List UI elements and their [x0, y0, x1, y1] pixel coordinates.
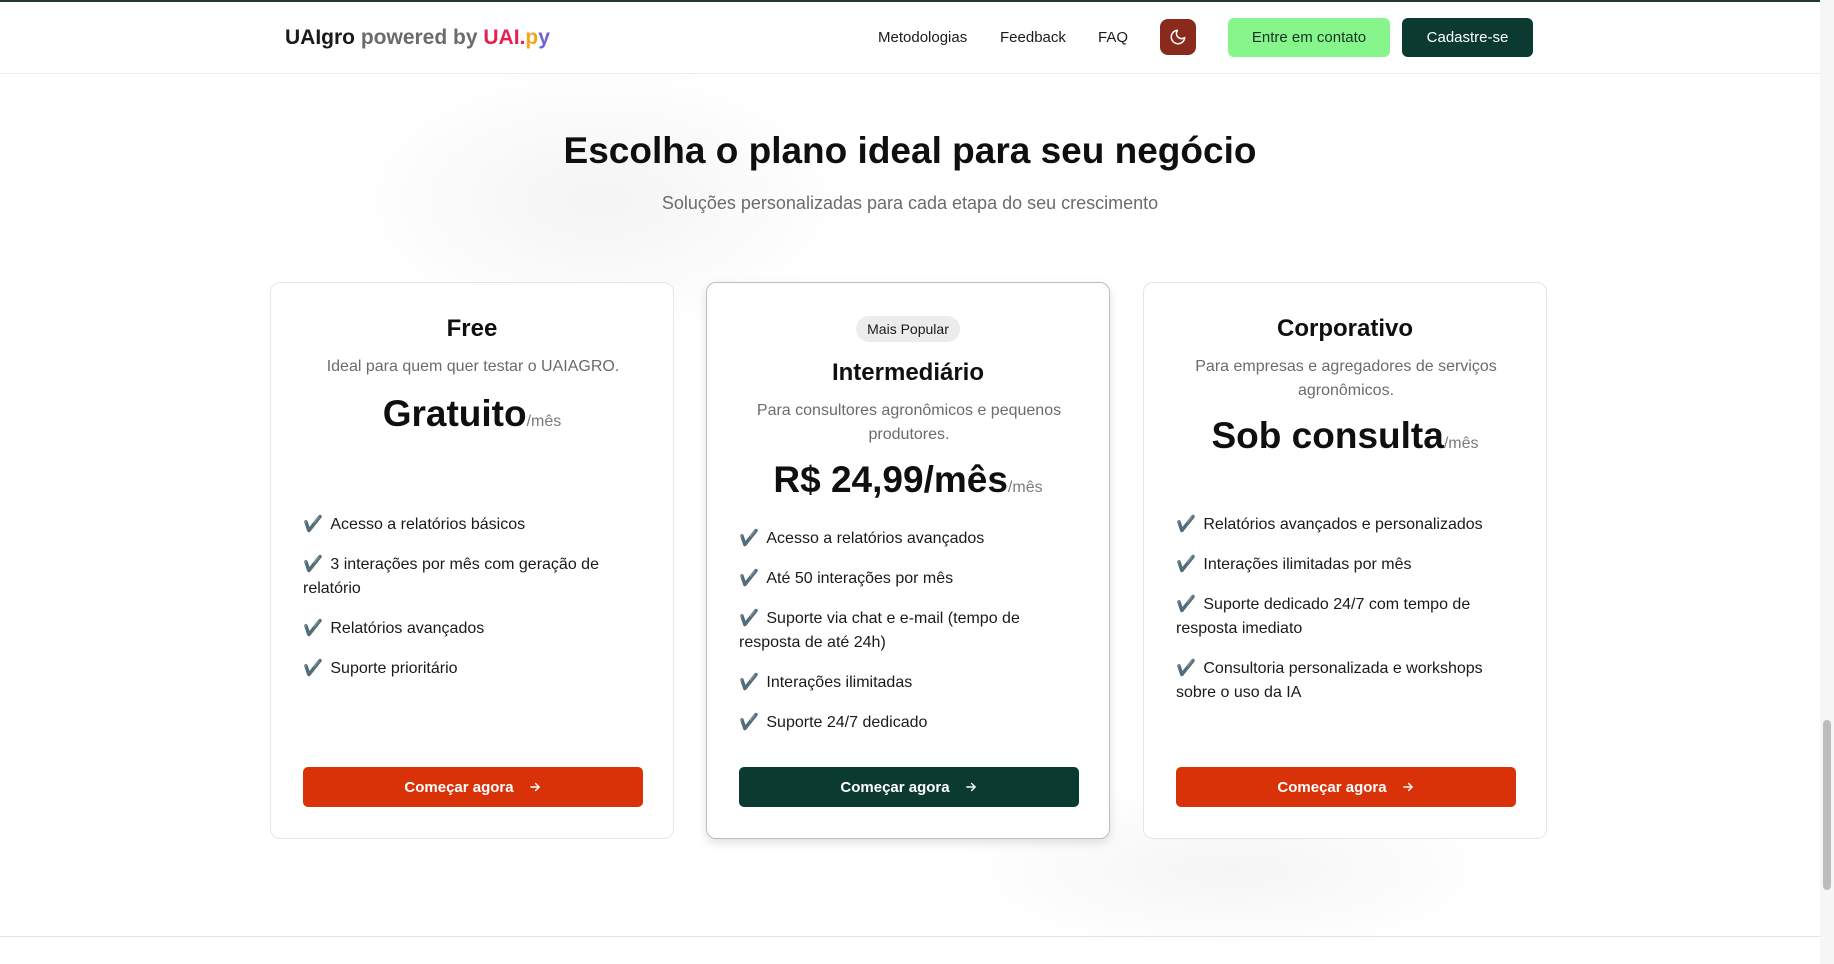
- plan-feature: ✔️ Interações ilimitadas: [739, 671, 1079, 695]
- plan-price: Gratuito/mês: [271, 393, 673, 435]
- plan-price-amount: Sob consulta: [1211, 415, 1444, 456]
- plan-description: Para consultores agronômicos e pequenos …: [756, 402, 1062, 443]
- plan-feature: ✔️ Suporte dedicado 24/7 com tempo de re…: [1176, 593, 1516, 641]
- plan-price-period: /mês: [1443, 435, 1479, 452]
- plan-description: Para empresas e agregadores de serviços …: [1195, 358, 1497, 399]
- brand-p: p: [525, 26, 539, 49]
- check-icon: ✔️: [303, 556, 328, 573]
- plan-feature: ✔️ Até 50 interações por mês: [739, 567, 1079, 591]
- page-subtitle: Soluções personalizadas para cada etapa …: [661, 193, 1159, 213]
- plan-feature-text: Consultoria personalizada e workshops so…: [1176, 660, 1483, 701]
- arrow-right-icon: [528, 780, 542, 794]
- plan-title: Free: [446, 315, 498, 342]
- check-icon: ✔️: [739, 530, 764, 547]
- arrow-right-icon: [964, 780, 978, 794]
- plan-feature-list: ✔️ Acesso a relatórios básicos ✔️ 3 inte…: [303, 513, 643, 697]
- scrollbar-thumb[interactable]: [1823, 720, 1831, 890]
- plan-feature-text: Relatórios avançados: [330, 620, 485, 637]
- plan-feature: ✔️ Suporte 24/7 dedicado: [739, 711, 1079, 735]
- check-icon: ✔️: [739, 674, 764, 691]
- check-icon: ✔️: [1176, 556, 1201, 573]
- plan-feature: ✔️ Suporte prioritário: [303, 657, 643, 681]
- plan-price-amount: Gratuito: [382, 393, 527, 434]
- start-now-label: Começar agora: [840, 778, 950, 796]
- footer-divider: [0, 936, 1820, 937]
- plan-price: Sob consulta/mês: [1144, 415, 1546, 457]
- brand-uai: UAI: [483, 26, 520, 49]
- plan-feature-text: Interações ilimitadas por mês: [1203, 556, 1412, 573]
- contact-button[interactable]: Entre em contato: [1228, 18, 1390, 57]
- plan-feature-text: Suporte dedicado 24/7 com tempo de respo…: [1176, 596, 1471, 637]
- plan-price: R$ 24,99/mês/mês: [707, 459, 1109, 501]
- theme-toggle-button[interactable]: [1160, 19, 1196, 55]
- plan-feature: ✔️ 3 interações por mês com geração de r…: [303, 553, 643, 601]
- plan-description: Ideal para quem quer testar o UAIAGRO.: [326, 358, 620, 375]
- check-icon: ✔️: [303, 620, 328, 637]
- plan-feature: ✔️ Consultoria personalizada e workshops…: [1176, 657, 1516, 705]
- plan-feature-text: Acesso a relatórios avançados: [766, 530, 985, 547]
- plan-price-period: /mês: [526, 413, 562, 430]
- check-icon: ✔️: [739, 570, 764, 587]
- brand-logo[interactable]: UAIgro powered by UAI.py: [285, 26, 550, 50]
- brand-name: UAIgro: [285, 26, 355, 49]
- plan-feature: ✔️ Relatórios avançados e personalizados: [1176, 513, 1516, 537]
- plan-title: Corporativo: [1276, 315, 1413, 342]
- start-now-button[interactable]: Começar agora: [739, 767, 1079, 807]
- popular-badge: Mais Popular: [856, 316, 960, 342]
- plan-feature-list: ✔️ Relatórios avançados e personalizados…: [1176, 513, 1516, 721]
- plan-feature-list: ✔️ Acesso a relatórios avançados ✔️ Até …: [739, 527, 1079, 751]
- start-now-button[interactable]: Começar agora: [1176, 767, 1516, 807]
- start-now-button[interactable]: Começar agora: [303, 767, 643, 807]
- plan-feature: ✔️ Relatórios avançados: [303, 617, 643, 641]
- check-icon: ✔️: [739, 610, 764, 627]
- nav-link-metodologias[interactable]: Metodologias: [878, 29, 967, 46]
- plan-feature-text: Até 50 interações por mês: [766, 570, 954, 587]
- check-icon: ✔️: [1176, 596, 1201, 613]
- plan-feature-text: Suporte 24/7 dedicado: [766, 714, 928, 731]
- plan-feature: ✔️ Acesso a relatórios avançados: [739, 527, 1079, 551]
- check-icon: ✔️: [1176, 516, 1201, 533]
- plan-feature: ✔️ Acesso a relatórios básicos: [303, 513, 643, 537]
- start-now-label: Começar agora: [404, 778, 514, 796]
- plan-feature: ✔️ Interações ilimitadas por mês: [1176, 553, 1516, 577]
- plan-feature-text: Interações ilimitadas: [766, 674, 913, 691]
- plan-feature: ✔️ Suporte via chat e e-mail (tempo de r…: [739, 607, 1079, 655]
- plan-feature-text: Relatórios avançados e personalizados: [1203, 516, 1483, 533]
- page-scrollbar[interactable]: [1820, 0, 1834, 964]
- plan-feature-text: 3 interações por mês com geração de rela…: [303, 556, 599, 597]
- navbar: UAIgro powered by UAI.py Metodologias Fe…: [0, 2, 1820, 74]
- moon-icon: [1170, 29, 1186, 45]
- page: UAIgro powered by UAI.py Metodologias Fe…: [0, 0, 1834, 964]
- arrow-right-icon: [1401, 780, 1415, 794]
- check-icon: ✔️: [739, 714, 764, 731]
- plan-title: Intermediário: [831, 359, 985, 386]
- start-now-label: Começar agora: [1277, 778, 1387, 796]
- signup-button[interactable]: Cadastre-se: [1402, 18, 1533, 57]
- plan-price-period: /mês: [1007, 479, 1043, 496]
- nav-link-faq[interactable]: FAQ: [1098, 29, 1128, 46]
- brand-powered-by: powered by: [360, 26, 478, 49]
- plan-feature-text: Acesso a relatórios básicos: [330, 516, 526, 533]
- plan-feature-text: Suporte prioritário: [330, 660, 458, 677]
- brand-y: y: [538, 26, 550, 49]
- page-title: Escolha o plano ideal para seu negócio: [563, 130, 1257, 171]
- plan-card-corporativo: Corporativo Para empresas e agregadores …: [1143, 282, 1547, 839]
- check-icon: ✔️: [303, 516, 328, 533]
- plan-card-intermediario: Mais Popular Intermediário Para consulto…: [706, 282, 1110, 839]
- check-icon: ✔️: [303, 660, 328, 677]
- plan-feature-text: Suporte via chat e e-mail (tempo de resp…: [739, 610, 1020, 651]
- nav-link-feedback[interactable]: Feedback: [1000, 29, 1066, 46]
- plan-card-free: Free Ideal para quem quer testar o UAIAG…: [270, 282, 674, 839]
- check-icon: ✔️: [1176, 660, 1201, 677]
- plan-price-amount: R$ 24,99/mês: [773, 459, 1008, 500]
